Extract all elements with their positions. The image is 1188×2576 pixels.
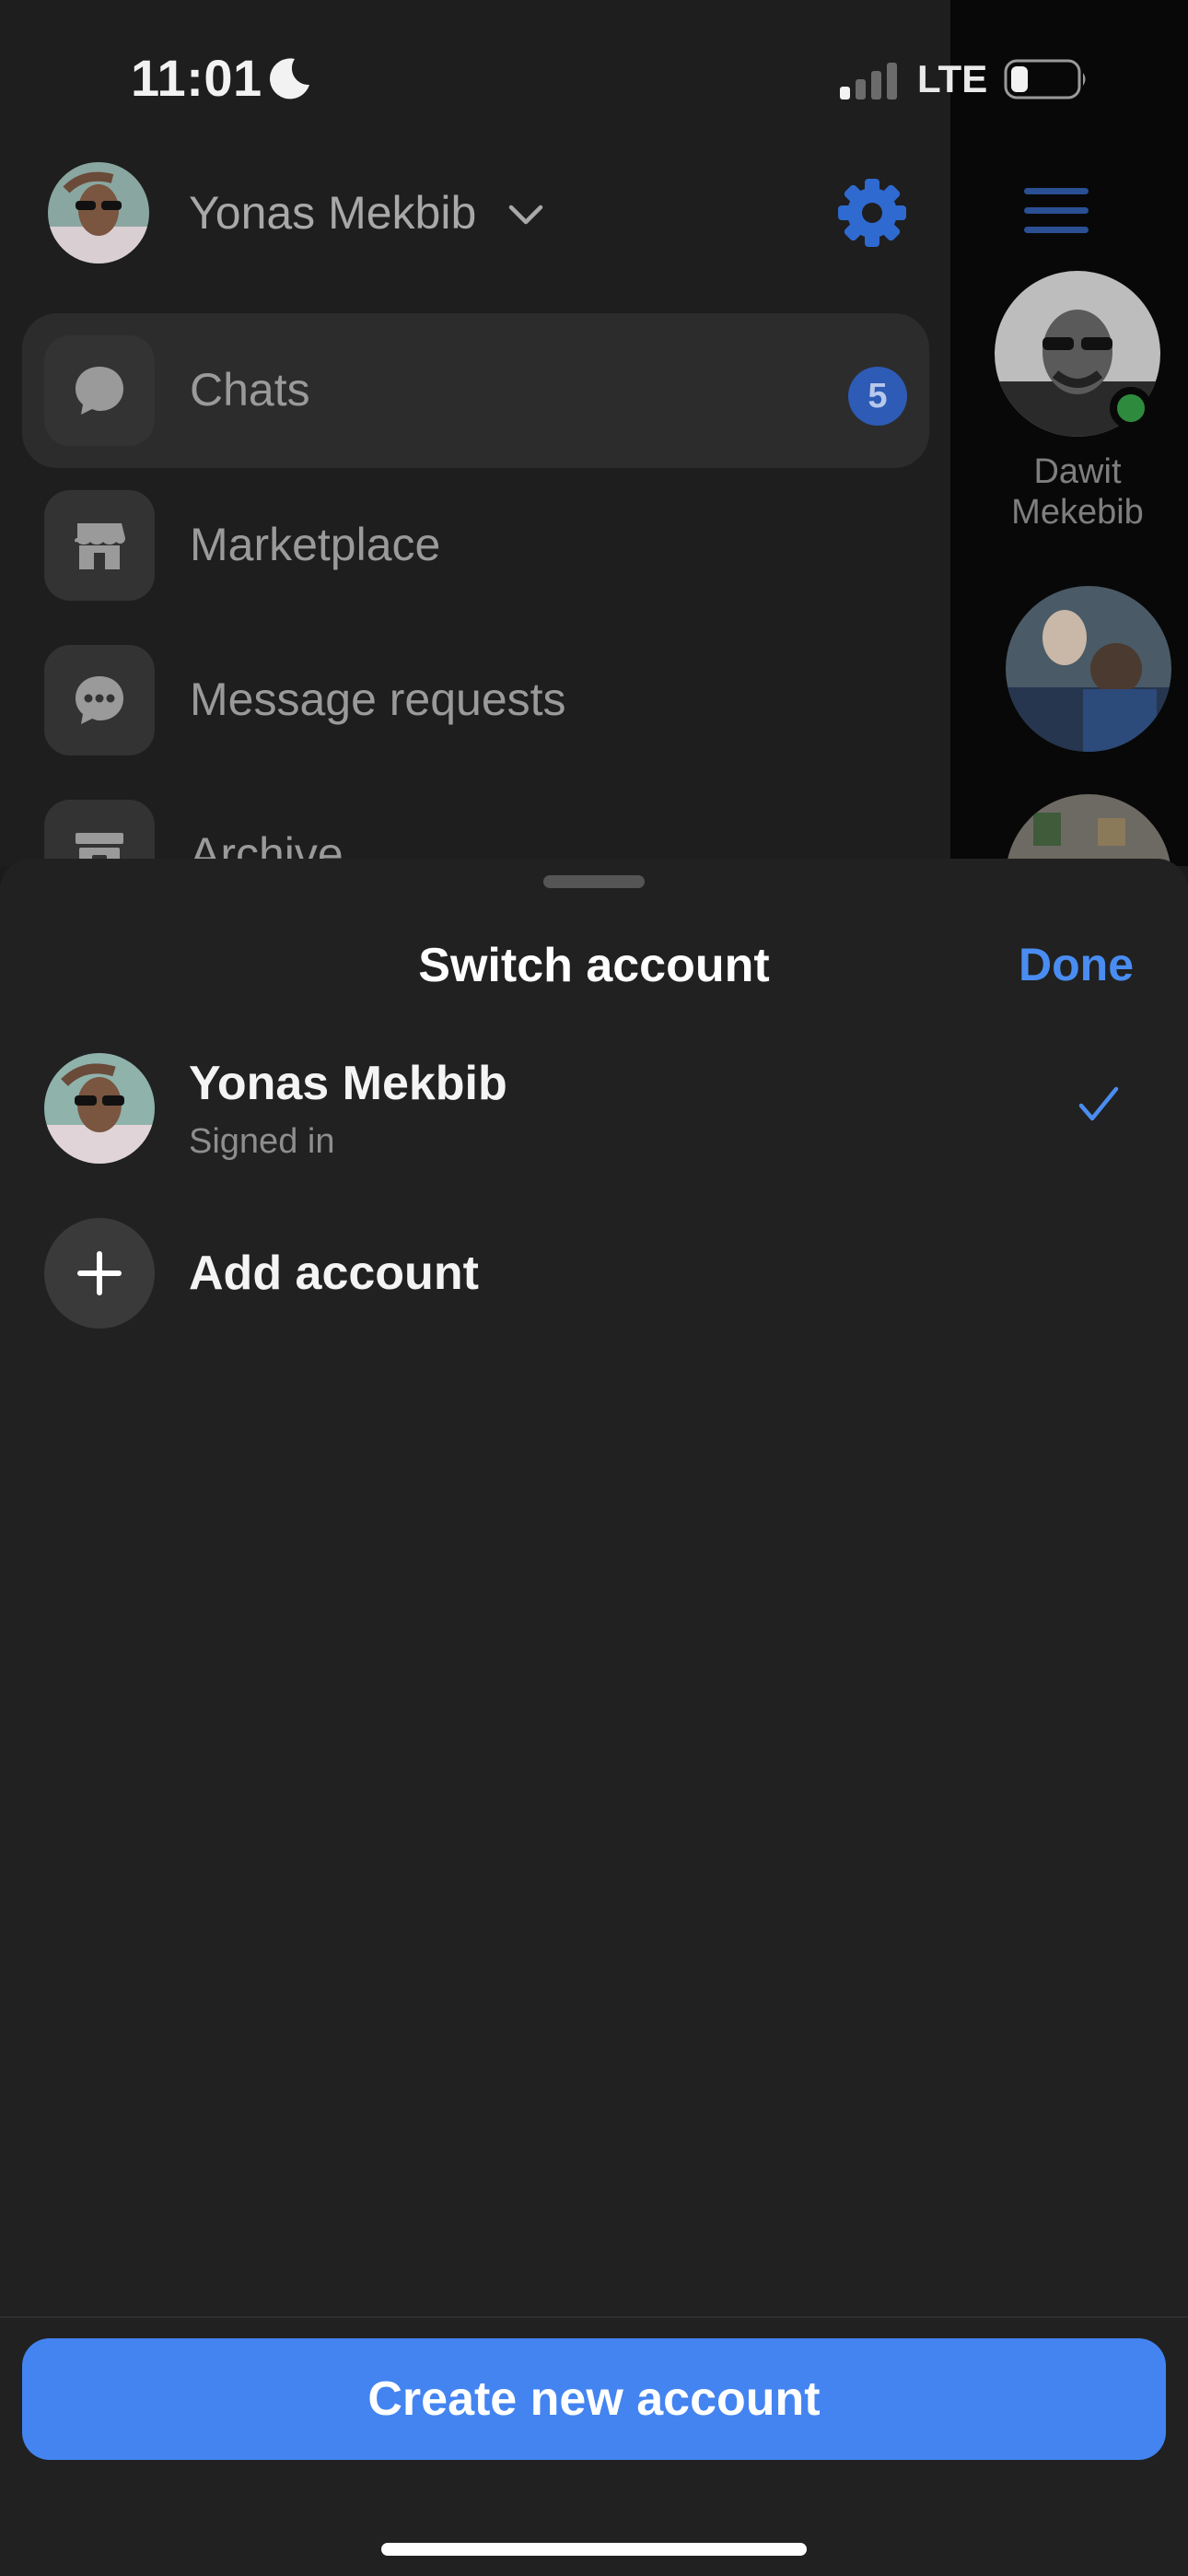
- menu-label-message-requests: Message requests: [190, 673, 566, 725]
- hamburger-icon[interactable]: [1024, 184, 1089, 236]
- switch-account-sheet: [0, 859, 1188, 2576]
- divider: [0, 2316, 1188, 2318]
- sheet-grabber[interactable]: [543, 875, 645, 888]
- message-requests-icon: [76, 676, 123, 724]
- chat-bubble-icon: [76, 367, 123, 415]
- contact-name: Dawit Mekebib: [1011, 452, 1144, 532]
- online-indicator: [1110, 387, 1152, 429]
- chevron-down-icon[interactable]: [507, 201, 545, 228]
- checkmark-icon: [1078, 1086, 1119, 1121]
- menu-label-chats: Chats: [190, 364, 310, 416]
- account-avatar[interactable]: [44, 1053, 155, 1164]
- menu-label-marketplace: Marketplace: [190, 519, 441, 570]
- signal-icon: [840, 63, 897, 100]
- moon-icon: [270, 58, 309, 100]
- plus-icon: [77, 1251, 122, 1295]
- menu-item-chats[interactable]: Chats 5: [22, 313, 929, 468]
- gear-icon[interactable]: [836, 177, 908, 249]
- battery-icon: [1004, 59, 1086, 100]
- account-name[interactable]: Yonas Mekbib: [189, 1056, 507, 1111]
- store-icon: [75, 523, 125, 569]
- add-account-button[interactable]: [44, 1218, 155, 1329]
- done-button[interactable]: Done: [1019, 938, 1134, 991]
- unread-badge: 5: [848, 367, 907, 426]
- sheet-title: Switch account: [418, 939, 770, 992]
- profile-name[interactable]: Yonas Mekbib: [189, 186, 476, 240]
- add-account-label[interactable]: Add account: [189, 1246, 479, 1301]
- menu-item-marketplace[interactable]: Marketplace: [22, 468, 929, 623]
- home-indicator: [381, 2543, 807, 2556]
- account-status: Signed in: [189, 1122, 335, 1161]
- profile-avatar[interactable]: [48, 162, 149, 263]
- network-label: LTE: [917, 57, 988, 100]
- contact-avatar[interactable]: [1006, 586, 1171, 752]
- status-time: 11:01: [131, 49, 262, 107]
- create-new-account-button[interactable]: Create new account: [22, 2338, 1166, 2460]
- menu-item-message-requests[interactable]: Message requests: [22, 623, 929, 778]
